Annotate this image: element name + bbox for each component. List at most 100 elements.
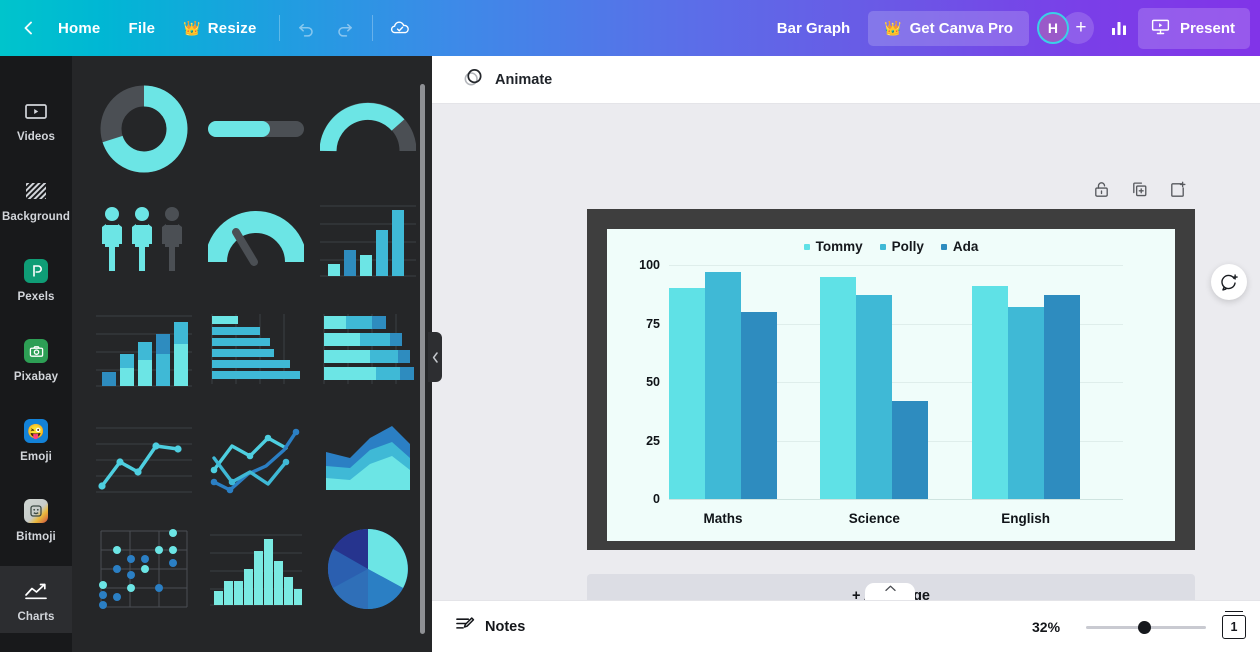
editor-area: Animate Tommy Polly Ada 100 75 50 25 0 M… [432,56,1260,652]
collapse-panel-button[interactable] [428,332,442,382]
canvas-scroll-area: Tommy Polly Ada 100 75 50 25 0 Maths Sci… [432,104,1260,618]
bar-chart-icon[interactable] [1100,9,1138,47]
avatar[interactable]: H [1036,12,1069,44]
bar[interactable] [741,311,777,499]
document-title[interactable]: Bar Graph [765,14,862,43]
video-icon [23,98,49,124]
column-chart-thumb[interactable] [314,184,422,294]
top-bar-right: Bar Graph 👑 Get Canva Pro H + Present [765,0,1260,56]
chart-thumbnail-grid [88,74,424,652]
legend-item: Ada [940,239,978,254]
notes-expand-button[interactable] [865,583,915,600]
zoom-slider[interactable] [1086,619,1206,635]
sidebar-item-label: Videos [16,131,56,143]
emoji-icon: 😜 [23,418,49,444]
top-bar-left: Home File 👑 Resize [0,0,419,56]
sidebar-item-background[interactable]: Background [0,166,72,233]
page-number-button[interactable]: 1 [1222,610,1246,639]
sidebar-item-videos[interactable]: Videos [0,86,72,153]
bar-chart: Tommy Polly Ada 100 75 50 25 0 Maths Sci… [607,229,1175,541]
notes-icon [455,615,475,638]
legend-label: Polly [891,239,924,254]
home-button[interactable]: Home [44,13,114,44]
zoom-percentage[interactable]: 32% [1032,619,1070,635]
notes-button[interactable]: Notes [446,609,534,644]
sidebar-item-bitmoji[interactable]: Bitmoji [0,486,72,553]
background-hatch-icon [23,178,49,204]
bar[interactable] [1007,307,1044,499]
sidebar-item-label: Charts [17,611,55,623]
left-rail: Videos Background Pexels Pixabay 😜 Emoji… [0,56,72,652]
page-tools [1088,176,1190,202]
y-axis-tick: 0 [653,492,660,506]
pro-label: Get Canva Pro [909,19,1013,37]
x-axis-tick: Maths [703,511,743,526]
duplicate-icon[interactable] [1126,176,1152,202]
sidebar-item-pexels[interactable]: Pexels [0,246,72,313]
progress-ring-thumb[interactable] [314,74,422,184]
bar[interactable] [856,295,893,499]
y-axis-tick: 75 [646,316,660,331]
line-chart-thumb[interactable] [90,404,198,514]
design-page[interactable]: Tommy Polly Ada 100 75 50 25 0 Maths Sci… [587,209,1195,550]
pictograph-thumb[interactable] [90,184,198,294]
bar[interactable] [1043,295,1080,499]
sidebar-item-pixabay[interactable]: Pixabay [0,326,72,393]
histogram-thumb[interactable] [202,514,310,624]
zoom-slider-thumb[interactable] [1138,620,1151,634]
add-page-icon[interactable] [1164,176,1190,202]
home-label: Home [58,19,101,37]
legend-item: Polly [879,239,924,254]
sidebar-item-more[interactable]: More [0,646,72,652]
scatter-plot-thumb[interactable] [90,514,198,624]
sidebar-item-label: Background [1,211,71,223]
area-chart-thumb[interactable] [314,404,422,514]
canva-editor: Home File 👑 Resize Bar Graph 👑 Get Canva… [0,0,1260,652]
bar-chart-element[interactable]: Tommy Polly Ada 100 75 50 25 0 Maths Sci… [607,229,1175,541]
bar-chart-thumb[interactable] [202,294,310,404]
bar[interactable] [820,276,857,499]
bar[interactable] [669,288,705,499]
pie-chart-thumb[interactable] [314,514,422,624]
panel-scrollbar[interactable] [420,84,425,634]
sidebar-item-emoji[interactable]: 😜 Emoji [0,406,72,473]
undo-icon[interactable] [288,9,326,47]
bar[interactable] [705,272,741,499]
stacked-bar-chart-thumb[interactable] [314,294,422,404]
divider [278,15,280,41]
present-button[interactable]: Present [1137,7,1250,49]
crown-icon: 👑 [183,20,201,36]
pexels-icon [23,258,49,284]
multi-line-chart-thumb[interactable] [202,404,310,514]
bar[interactable] [892,400,929,499]
legend-swatch [940,243,947,250]
page-number-label: 1 [1230,619,1238,634]
get-canva-pro-button[interactable]: 👑 Get Canva Pro [868,10,1029,46]
progress-bar-thumb[interactable] [202,74,310,184]
present-label: Present [1179,19,1235,37]
donut-chart-thumb-2[interactable] [90,624,198,652]
notes-label: Notes [485,618,526,635]
bottom-bar: Notes 32% 1 [432,600,1260,652]
file-menu-button[interactable]: File [114,13,169,44]
add-comment-icon[interactable] [1211,264,1247,300]
legend-label: Tommy [815,239,863,254]
donut-chart-thumb[interactable] [90,74,198,184]
cloud-check-icon[interactable] [381,9,419,47]
gauge-chart-thumb[interactable] [202,184,310,294]
redo-icon[interactable] [326,9,364,47]
animate-button[interactable]: Animate [452,61,562,98]
sidebar-item-label: Pixabay [13,371,59,383]
charts-panel [72,56,432,652]
bar[interactable] [971,286,1008,499]
chevron-left-icon[interactable] [14,13,44,43]
x-axis-tick: Science [848,511,900,526]
line-chart-icon [23,578,49,604]
resize-button[interactable]: 👑 Resize [169,13,270,44]
legend-item: Tommy [803,239,863,254]
sidebar-item-charts[interactable]: Charts [0,566,72,633]
zoom-controls: 32% 1 [1032,610,1246,639]
legend-swatch [879,243,886,250]
lock-icon[interactable] [1088,176,1114,202]
stacked-column-chart-thumb[interactable] [90,294,198,404]
